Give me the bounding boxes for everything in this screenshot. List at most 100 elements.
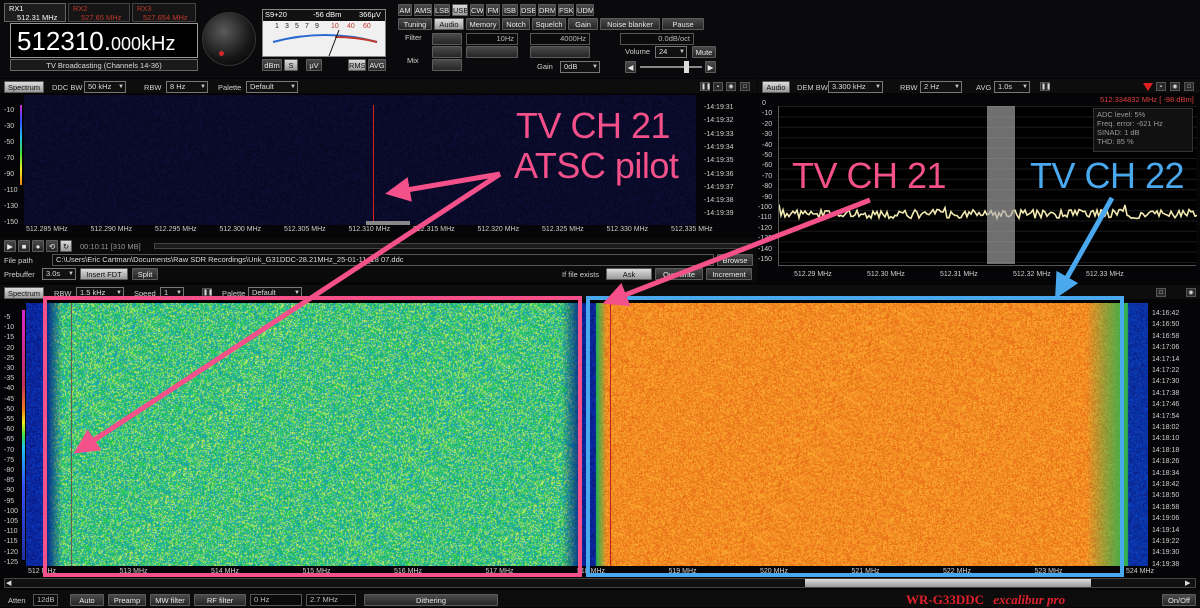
ask-button[interactable]: Ask (606, 268, 652, 280)
mix-slider-a[interactable] (466, 46, 518, 58)
tab-gain[interactable]: Gain (568, 18, 598, 30)
dithering-button[interactable]: Dithering (364, 594, 498, 606)
volume-left-button[interactable]: ◀ (625, 61, 636, 73)
upper-settings-icon[interactable]: ◉ (726, 82, 736, 91)
browse-button[interactable]: Browse (717, 254, 753, 266)
s-button[interactable]: S (284, 59, 298, 71)
volume-right-button[interactable]: ▶ (705, 61, 716, 73)
split-button[interactable]: Split (132, 268, 158, 280)
file-path-field[interactable]: C:\Users\Eric Cartman\Documents\Raw SDR … (52, 254, 714, 266)
lower-rbw-select[interactable]: 1.5 kHz (76, 287, 124, 299)
tab-tuning[interactable]: Tuning (398, 18, 432, 30)
avg-button[interactable]: AVG (368, 59, 386, 71)
speed-select[interactable]: 1 (160, 287, 184, 299)
mw-filter-button[interactable]: MW filter (150, 594, 190, 606)
atten-field[interactable]: 12dB (33, 594, 58, 606)
dem-bw-select[interactable]: 3.300 kHz (828, 81, 883, 93)
filter-preset-2[interactable] (432, 46, 462, 58)
tab-pause[interactable]: Pause (662, 18, 704, 30)
mode-button-ams[interactable]: AMS (414, 4, 432, 16)
upper-rbw-select[interactable]: 8 Hz (166, 81, 208, 93)
prebuffer-select[interactable]: 3.0s (42, 268, 76, 280)
scroll-left-icon[interactable]: ◀ (6, 579, 11, 587)
loop-button[interactable]: ⟲ (46, 240, 58, 252)
demod-settings-icon[interactable]: ◉ (1170, 82, 1180, 91)
mode-button-udm[interactable]: UDM (576, 4, 594, 16)
demod-avg-select[interactable]: 1.0s (994, 81, 1030, 93)
filter-preset-1[interactable] (432, 33, 462, 45)
slope-field[interactable]: 0.0dB/oct (620, 33, 694, 45)
auto-button[interactable]: Auto (70, 594, 104, 606)
upper-maximize-icon[interactable]: □ (740, 82, 750, 91)
repeat-button[interactable]: ↻ (60, 240, 72, 252)
preamp-button[interactable]: Preamp (108, 594, 146, 606)
frequency-display[interactable]: 512310.000kHz (10, 23, 198, 58)
scroll-right-icon[interactable]: ▶ (1185, 579, 1190, 587)
upper-pause-icon[interactable]: ❚❚ (700, 82, 711, 91)
mode-button-usb[interactable]: USB (452, 4, 468, 16)
tab-notch[interactable]: Notch (502, 18, 530, 30)
volume-slider[interactable] (640, 61, 702, 73)
tab-noise-blanker[interactable]: Noise blanker (600, 18, 660, 30)
stop-button[interactable]: ■ (18, 240, 30, 252)
scroll-thumb[interactable] (805, 579, 1091, 587)
rf-filter-high[interactable]: 2.7 MHz (306, 594, 356, 606)
lower-palette-select[interactable]: Default (248, 287, 302, 299)
onoff-button[interactable]: On/Off (1162, 594, 1196, 606)
dbm-button[interactable]: dBm (262, 59, 282, 71)
rf-filter-low[interactable]: 0 Hz (250, 594, 302, 606)
gain-select[interactable]: 0dB (560, 61, 600, 73)
record-button[interactable]: ● (32, 240, 44, 252)
mix-slider-b[interactable] (530, 46, 590, 58)
preset-name[interactable]: TV Broadcasting (Channels 14-36) (10, 59, 198, 71)
increment-button[interactable]: Increment (706, 268, 752, 280)
demod-save-icon[interactable]: ▪ (1156, 82, 1166, 91)
lower-scrollbar[interactable]: ◀ ▶ (4, 578, 1196, 588)
mode-button-cw[interactable]: CW (470, 4, 484, 16)
demod-maximize-icon[interactable]: □ (1184, 82, 1194, 91)
upper-scroll-indicator[interactable] (366, 221, 410, 225)
mode-button-isb[interactable]: ISB (502, 4, 518, 16)
lower-pause-icon[interactable]: ❚❚ (202, 288, 213, 297)
insert-fdt-button[interactable]: Insert FDT (80, 268, 128, 280)
mute-button[interactable]: Mute (692, 46, 716, 58)
mode-button-fsk[interactable]: FSK (558, 4, 574, 16)
rf-filter-button[interactable]: RF filter (194, 594, 246, 606)
filter-high-field[interactable]: 4000Hz (530, 33, 590, 45)
lower-settings-icon[interactable]: ◉ (1186, 288, 1196, 297)
upper-save-icon[interactable]: ▪ (713, 82, 723, 91)
ddc-bw-select[interactable]: 50 kHz (84, 81, 126, 93)
upper-palette-select[interactable]: Default (246, 81, 298, 93)
play-button[interactable]: ▶ (4, 240, 16, 252)
lower-waterfall[interactable] (26, 303, 1148, 566)
rx2-tab[interactable]: RX2 527.65 MHz (68, 3, 130, 22)
rx3-tab[interactable]: RX3 527.654 MHz (132, 3, 196, 22)
demod-pause-icon[interactable]: ❚❚ (1040, 82, 1051, 91)
marker-icon[interactable] (1143, 83, 1153, 91)
mode-button-am[interactable]: AM (398, 4, 412, 16)
lower-spectrum-tab[interactable]: Spectrum (4, 287, 44, 299)
mode-button-lsb[interactable]: LSB (434, 4, 450, 16)
volume-slider-handle[interactable] (684, 61, 689, 73)
demod-audio-tab[interactable]: Audio (762, 81, 790, 93)
tab-squelch[interactable]: Squelch (532, 18, 566, 30)
rx2-label: RX2 (73, 4, 88, 13)
rx1-tab[interactable]: RX1 512.31 MHz (4, 3, 66, 22)
upper-spectrum-tab[interactable]: Spectrum (4, 81, 44, 93)
prebuffer-label: Prebuffer (4, 270, 35, 279)
filter-low-field[interactable]: 10Hz (466, 33, 518, 45)
lower-maximize-icon[interactable]: □ (1156, 288, 1166, 297)
overwrite-button[interactable]: Overwrite (655, 268, 703, 280)
filter-preset-3[interactable] (432, 59, 462, 71)
rms-button[interactable]: RMS (348, 59, 366, 71)
tab-audio[interactable]: Audio (434, 18, 464, 30)
volume-select[interactable]: 24 (655, 46, 687, 58)
tab-memory[interactable]: Memory (466, 18, 500, 30)
tuning-knob[interactable] (202, 12, 256, 66)
mode-button-drm[interactable]: DRM (538, 4, 556, 16)
mode-button-dsb[interactable]: DSB (520, 4, 536, 16)
uv-button[interactable]: μV (306, 59, 322, 71)
player-progress[interactable] (154, 243, 750, 249)
mode-button-fm[interactable]: FM (486, 4, 500, 16)
demod-rbw-select[interactable]: 2 Hz (920, 81, 962, 93)
